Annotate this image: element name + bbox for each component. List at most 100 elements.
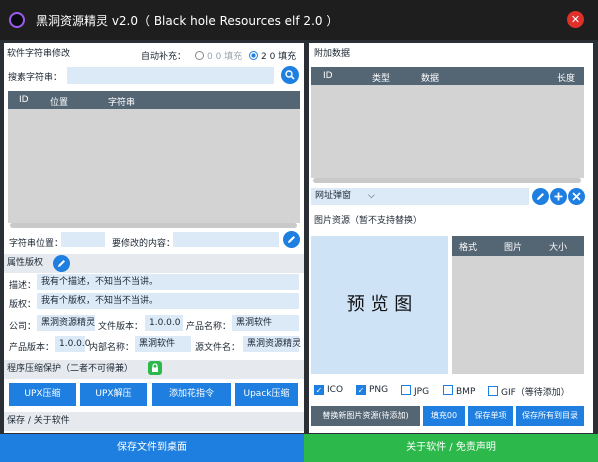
strings-horizontal-scrollbar[interactable] [10,223,297,228]
format-jpg-label: JPG [414,387,430,397]
close-button[interactable]: ✕ [567,11,584,28]
search-label: 搜素字符串： [8,73,63,83]
source-filename-input[interactable]: 黑洞资源精灵 [243,336,301,352]
product-name-input[interactable]: 黑洞软件 [232,315,299,331]
search-button[interactable] [281,66,299,84]
strings-table-header: ID 位置 字符串 [8,91,300,109]
upx-decompress-button[interactable]: UPX解压 [80,383,147,406]
col-id: ID [19,95,29,105]
copyright-input[interactable]: 我有个版权，不知当不当讲。 [37,293,299,309]
save-item-button[interactable]: 保存单项 [468,406,513,426]
checkbox-empty-icon [488,386,498,396]
format-gif-label: GIF（等待添加） [501,388,570,398]
preview-label: 预 览 图 [346,294,413,315]
pencil-icon [537,193,544,200]
attach-type-value: 网址弹窗 [315,191,352,201]
source-filename-label: 源文件名： [195,343,241,353]
check-icon: ✓ [314,385,324,395]
check-icon: ✓ [356,385,366,395]
fill-00-label: 0 0 填充 [207,52,243,62]
product-version-label: 产品版本： [9,343,55,353]
copyright-label: 版权： [9,300,37,310]
save-to-desktop-button[interactable]: 保存文件到桌面 [0,434,304,462]
col-id: ID [323,71,333,81]
attach-horizontal-scrollbar[interactable] [313,178,581,183]
format-bmp-checkbox[interactable]: BMP [443,385,475,397]
string-position-input[interactable] [61,232,105,247]
format-ico-checkbox[interactable]: ✓ ICO [314,385,343,395]
edit-attach-button[interactable] [532,188,549,205]
col-length: 长度 [557,74,576,84]
replace-image-button[interactable]: 替换新图片资源(待添加) [311,406,420,426]
window-title: 黑洞资源精灵 v2.0（ Black hole Resources elf 2.… [36,14,339,28]
black-hole-logo-icon [9,12,25,28]
attach-table-header: ID 类型 数据 长度 [311,67,584,85]
internal-name-label: 内部名称： [89,343,135,353]
search-icon [285,70,295,80]
pencil-icon [58,260,65,267]
lock-icon [148,361,162,375]
about-disclaimer-button[interactable]: 关于软件 / 免责声明 [304,434,598,462]
image-preview: 预 览 图 [311,236,448,374]
edit-string-button[interactable] [283,231,300,248]
checkbox-empty-icon [443,385,453,395]
remove-attach-button[interactable] [568,188,585,205]
properties-section-header: 属性版权 [4,254,304,273]
col-type: 类型 [372,74,391,84]
description-input[interactable]: 我有个描述，不知当不当讲。 [37,274,299,290]
edit-content-label: 要修改的内容： [112,239,176,249]
company-input[interactable]: 黑洞资源精灵 [37,315,95,331]
file-version-label: 文件版本： [98,322,144,332]
properties-section-title: 属性版权 [7,258,44,268]
file-version-input[interactable]: 1.0.0.0 [145,315,183,331]
add-attach-button[interactable] [550,188,567,205]
attach-section-header: 附加数据 [314,49,351,59]
strings-section-header: 软件字符串修改 [7,49,71,59]
internal-name-input[interactable]: 黑洞软件 [135,336,191,352]
upack-compress-button[interactable]: Upack压缩 [235,383,298,406]
format-png-checkbox[interactable]: ✓ PNG [356,385,388,395]
about-section-title: 保存 / 关于软件 [7,416,70,426]
fill-00-button[interactable]: 填充00 [423,406,465,426]
format-ico-label: ICO [327,385,344,395]
checkbox-empty-icon [401,385,411,395]
edit-properties-button[interactable] [53,255,70,272]
upx-compress-button[interactable]: UPX压缩 [9,383,76,406]
about-section-header: 保存 / 关于软件 [4,412,304,431]
radio-selected-icon [249,51,258,60]
col-format: 格式 [459,243,478,253]
radio-icon [195,51,204,60]
close-icon [572,192,581,201]
description-label: 描述： [9,281,37,291]
images-table-body[interactable] [452,256,584,374]
string-position-label: 字符串位置： [9,239,64,249]
search-input[interactable] [67,67,274,84]
pencil-icon [288,236,295,243]
fill-00-radio[interactable]: 0 0 填充 [195,49,242,62]
compress-section-title: 程序压缩保护（二者不可得兼） [7,364,134,374]
strings-table-body[interactable] [8,109,300,223]
format-bmp-label: BMP [456,387,476,397]
product-name-label: 产品名称： [186,322,232,332]
format-gif-checkbox[interactable]: GIF（等待添加） [488,385,570,398]
fill-20-label: 2 0 填充 [261,52,297,62]
attach-table-body[interactable] [311,85,584,178]
add-junk-code-button[interactable]: 添加花指令 [152,383,231,406]
col-data: 数据 [421,74,440,84]
col-string: 字符串 [108,98,136,108]
company-label: 公司： [9,322,37,332]
auto-fill-label: 自动补充： [141,52,187,62]
format-jpg-checkbox[interactable]: JPG [401,385,429,397]
edit-content-input[interactable] [173,232,279,247]
attach-type-dropdown[interactable]: 网址弹窗 ⌵ [311,188,529,205]
fill-20-radio[interactable]: 2 0 填充 [249,49,296,62]
col-size: 大小 [549,243,568,253]
col-image: 图片 [504,243,523,253]
images-table-header: 格式 图片 大小 [452,236,584,256]
images-section-header: 图片资源（暂不支持替换） [314,216,423,226]
product-version-input[interactable]: 1.0.0.0 [55,336,91,352]
chevron-down-icon: ⌵ [368,191,375,201]
save-all-button[interactable]: 保存所有到目录 [516,406,584,426]
format-png-label: PNG [369,385,389,395]
col-position: 位置 [50,98,69,108]
